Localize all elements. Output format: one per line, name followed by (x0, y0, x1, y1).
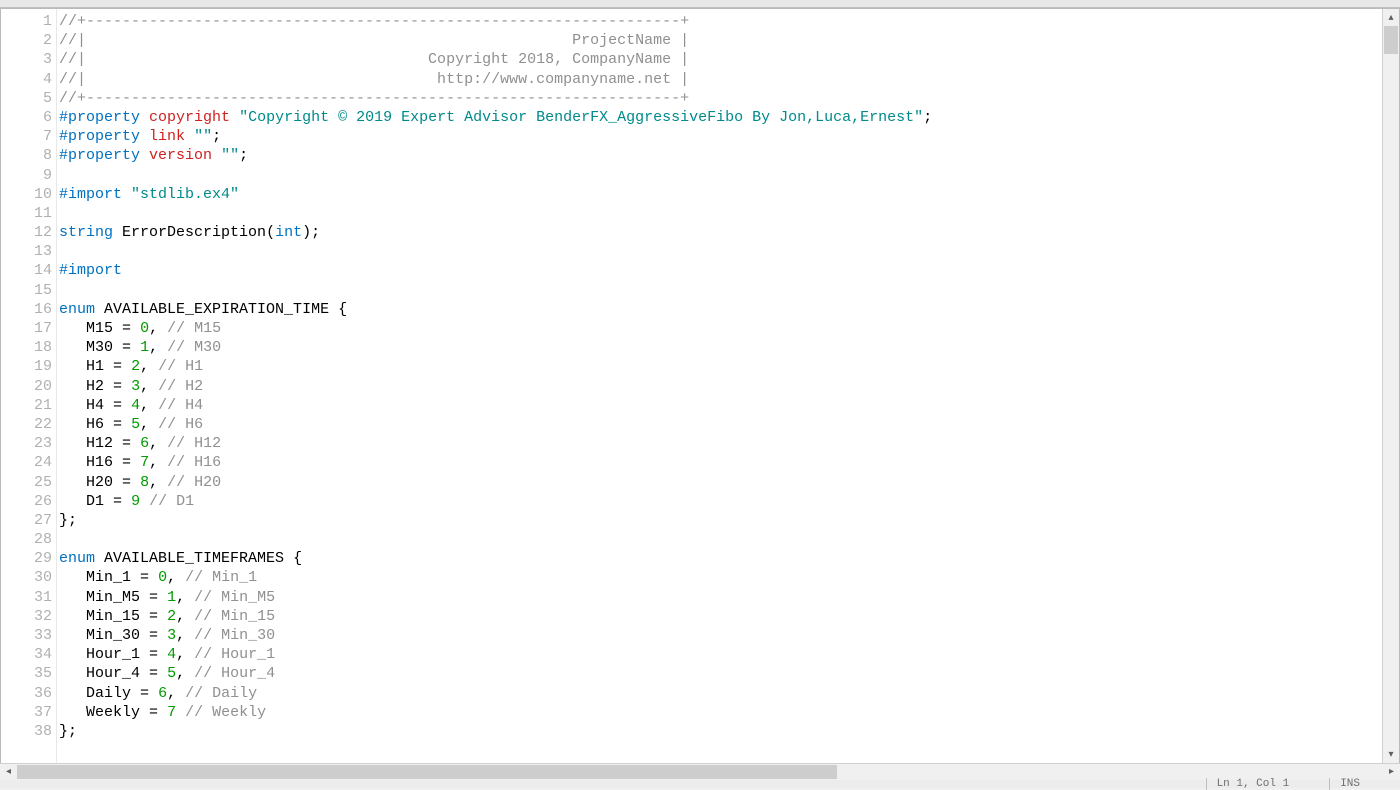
line-number: 7 (1, 127, 52, 146)
line-number: 8 (1, 146, 52, 165)
line-number: 31 (1, 588, 52, 607)
line-number: 1 (1, 12, 52, 31)
horizontal-scroll-track[interactable] (17, 764, 1383, 780)
editor: 1234567891011121314151617181920212223242… (0, 8, 1400, 764)
code-line[interactable]: string ErrorDescription(int); (59, 223, 1382, 242)
code-line[interactable]: Min_1 = 0, // Min_1 (59, 568, 1382, 587)
code-line[interactable]: Hour_1 = 4, // Hour_1 (59, 645, 1382, 664)
status-position: Ln 1, Col 1 (1206, 778, 1290, 790)
horizontal-scrollbar[interactable]: ◂ ▸ (0, 763, 1400, 780)
code-line[interactable]: H12 = 6, // H12 (59, 434, 1382, 453)
code-line[interactable]: //| ProjectName | (59, 31, 1382, 50)
code-line[interactable] (59, 166, 1382, 185)
line-number: 19 (1, 357, 52, 376)
line-number: 29 (1, 549, 52, 568)
code-line[interactable]: #property link ""; (59, 127, 1382, 146)
code-line[interactable]: Daily = 6, // Daily (59, 684, 1382, 703)
line-number: 23 (1, 434, 52, 453)
code-line[interactable]: H6 = 5, // H6 (59, 415, 1382, 434)
scroll-up-icon[interactable]: ▴ (1383, 9, 1399, 26)
code-line[interactable]: enum AVAILABLE_TIMEFRAMES { (59, 549, 1382, 568)
line-number: 30 (1, 568, 52, 587)
line-number-gutter: 1234567891011121314151617181920212223242… (1, 9, 57, 763)
editor-main: 1234567891011121314151617181920212223242… (1, 9, 1382, 763)
code-line[interactable]: enum AVAILABLE_EXPIRATION_TIME { (59, 300, 1382, 319)
line-number: 35 (1, 664, 52, 683)
line-number: 12 (1, 223, 52, 242)
line-number: 32 (1, 607, 52, 626)
line-number: 6 (1, 108, 52, 127)
vertical-scroll-thumb[interactable] (1384, 26, 1398, 54)
code-line[interactable]: H2 = 3, // H2 (59, 377, 1382, 396)
line-number: 9 (1, 166, 52, 185)
line-number: 17 (1, 319, 52, 338)
line-number: 15 (1, 281, 52, 300)
scroll-right-icon[interactable]: ▸ (1383, 764, 1400, 780)
code-line[interactable]: M30 = 1, // M30 (59, 338, 1382, 357)
line-number: 34 (1, 645, 52, 664)
code-line[interactable]: H1 = 2, // H1 (59, 357, 1382, 376)
line-number: 13 (1, 242, 52, 261)
status-insert-mode: INS (1329, 778, 1360, 790)
code-line[interactable]: D1 = 9 // D1 (59, 492, 1382, 511)
code-line[interactable]: H4 = 4, // H4 (59, 396, 1382, 415)
line-number: 21 (1, 396, 52, 415)
code-text[interactable]: //+-------------------------------------… (57, 9, 1382, 763)
horizontal-scroll-thumb[interactable] (17, 765, 837, 779)
code-line[interactable] (59, 242, 1382, 261)
code-line[interactable]: H16 = 7, // H16 (59, 453, 1382, 472)
code-line[interactable]: //+-------------------------------------… (59, 89, 1382, 108)
line-number: 10 (1, 185, 52, 204)
line-number: 28 (1, 530, 52, 549)
code-line[interactable] (59, 204, 1382, 223)
line-number: 3 (1, 50, 52, 69)
code-line[interactable]: Min_M5 = 1, // Min_M5 (59, 588, 1382, 607)
line-number: 27 (1, 511, 52, 530)
code-line[interactable]: //| http://www.companyname.net | (59, 70, 1382, 89)
code-line[interactable]: H20 = 8, // H20 (59, 473, 1382, 492)
code-line[interactable]: //| Copyright 2018, CompanyName | (59, 50, 1382, 69)
code-line[interactable]: #import "stdlib.ex4" (59, 185, 1382, 204)
line-number: 11 (1, 204, 52, 223)
code-line[interactable]: #property copyright "Copyright © 2019 Ex… (59, 108, 1382, 127)
toolbar (0, 0, 1400, 8)
line-number: 38 (1, 722, 52, 741)
line-number: 2 (1, 31, 52, 50)
line-number: 24 (1, 453, 52, 472)
code-line[interactable] (59, 530, 1382, 549)
code-line[interactable]: Min_15 = 2, // Min_15 (59, 607, 1382, 626)
code-area[interactable]: 1234567891011121314151617181920212223242… (1, 9, 1382, 763)
line-number: 36 (1, 684, 52, 703)
line-number: 26 (1, 492, 52, 511)
line-number: 5 (1, 89, 52, 108)
line-number: 16 (1, 300, 52, 319)
code-line[interactable]: M15 = 0, // M15 (59, 319, 1382, 338)
code-line[interactable]: #import (59, 261, 1382, 280)
line-number: 37 (1, 703, 52, 722)
code-line[interactable]: Weekly = 7 // Weekly (59, 703, 1382, 722)
line-number: 20 (1, 377, 52, 396)
code-line[interactable]: }; (59, 722, 1382, 741)
scroll-left-icon[interactable]: ◂ (0, 764, 17, 780)
code-line[interactable]: //+-------------------------------------… (59, 12, 1382, 31)
line-number: 33 (1, 626, 52, 645)
code-line[interactable]: #property version ""; (59, 146, 1382, 165)
line-number: 22 (1, 415, 52, 434)
line-number: 4 (1, 70, 52, 89)
scroll-down-icon[interactable]: ▾ (1383, 746, 1399, 763)
statusbar: Ln 1, Col 1 INS (0, 780, 1400, 788)
code-line[interactable] (59, 281, 1382, 300)
code-line[interactable]: Min_30 = 3, // Min_30 (59, 626, 1382, 645)
vertical-scrollbar[interactable]: ▴ ▾ (1382, 9, 1399, 763)
line-number: 25 (1, 473, 52, 492)
line-number: 14 (1, 261, 52, 280)
code-line[interactable]: Hour_4 = 5, // Hour_4 (59, 664, 1382, 683)
line-number: 18 (1, 338, 52, 357)
code-line[interactable]: }; (59, 511, 1382, 530)
